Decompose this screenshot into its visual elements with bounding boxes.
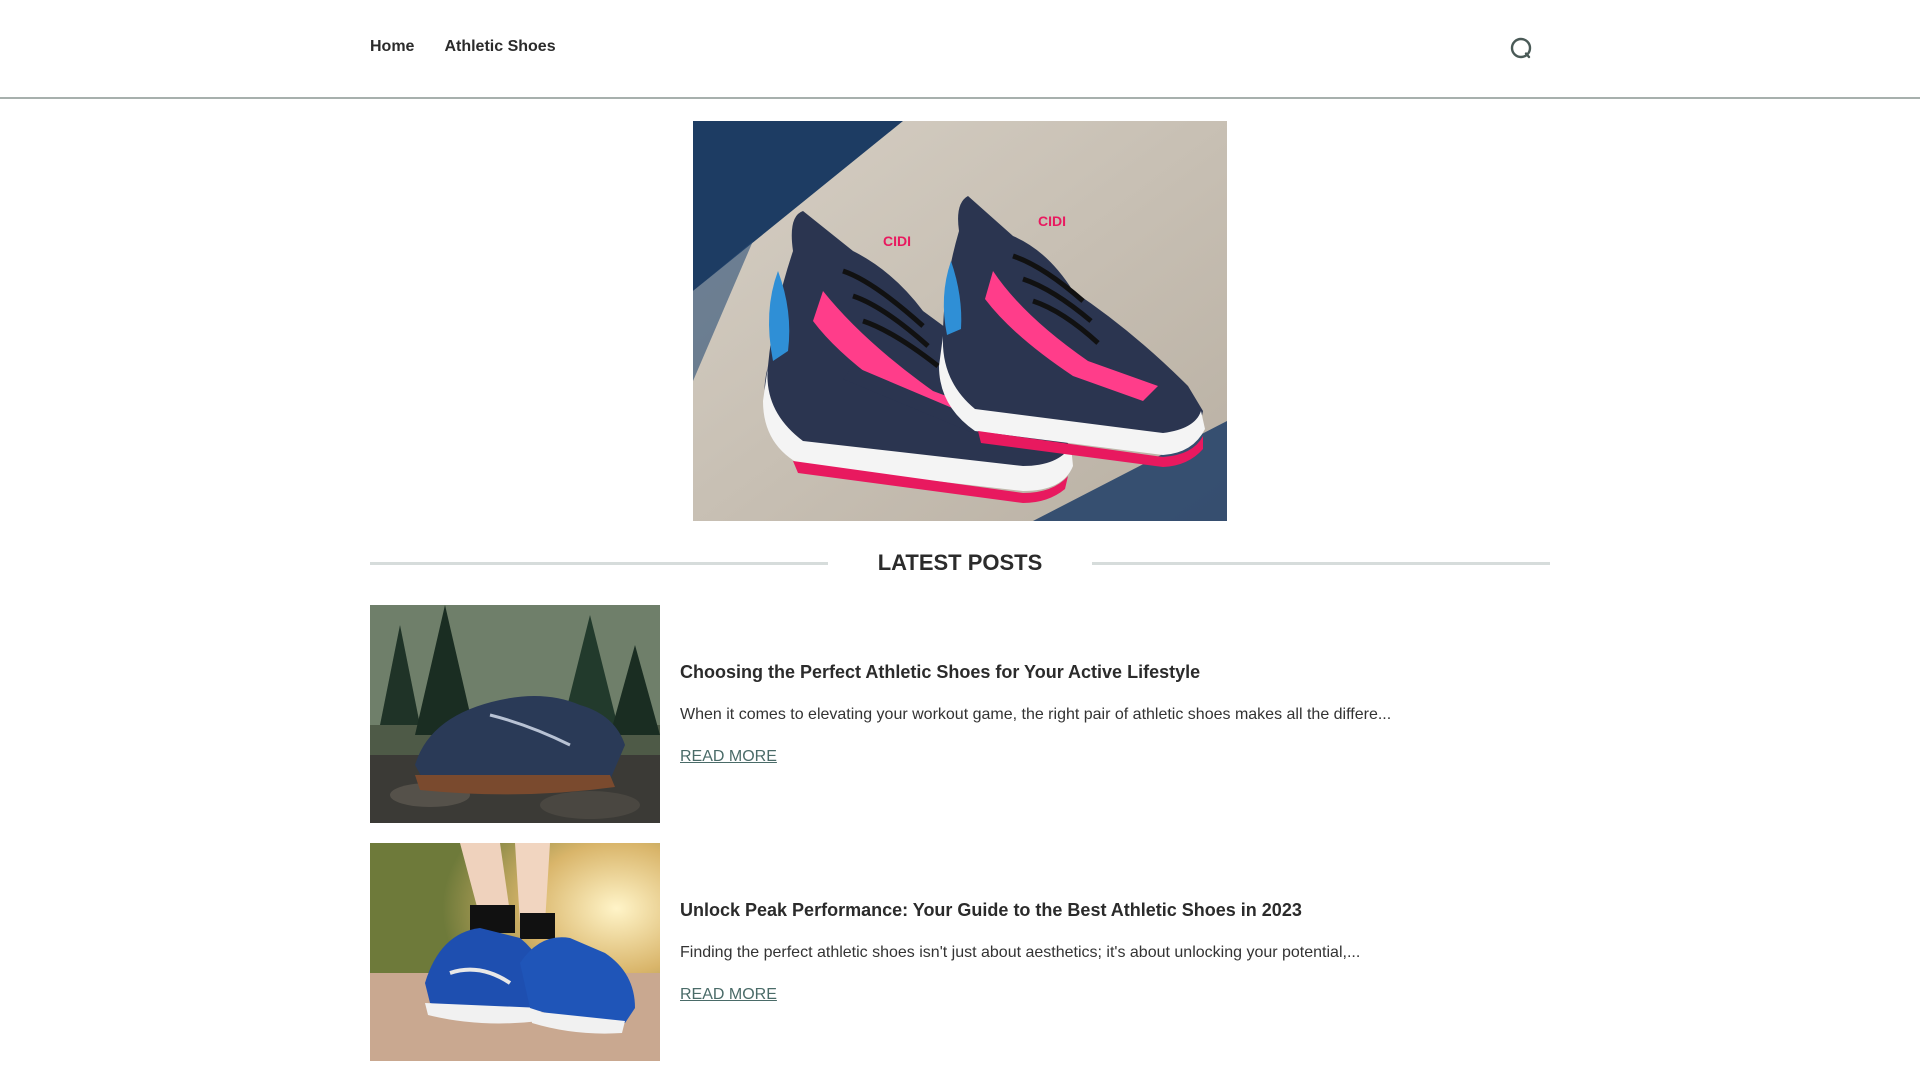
main-nav: Home Athletic Shoes — [370, 38, 556, 56]
post-title[interactable]: Unlock Peak Performance: Your Guide to t… — [680, 900, 1302, 921]
post-excerpt: When it comes to elevating your workout … — [680, 706, 1392, 723]
svg-text:CIDI: CIDI — [883, 233, 911, 249]
post-card: Choosing the Perfect Athletic Shoes for … — [370, 605, 1550, 823]
svg-text:CIDI: CIDI — [1038, 213, 1066, 229]
post-thumbnail[interactable] — [370, 843, 660, 1061]
search-button[interactable] — [1509, 36, 1535, 62]
read-more-link[interactable]: READ MORE — [680, 748, 777, 766]
nav-item-athletic-shoes[interactable]: Athletic Shoes — [444, 38, 555, 56]
post-excerpt: Finding the perfect athletic shoes isn't… — [680, 944, 1361, 961]
site-header: Home Athletic Shoes — [0, 0, 1920, 99]
post-title[interactable]: Choosing the Perfect Athletic Shoes for … — [680, 662, 1200, 683]
heading-divider-right — [1092, 562, 1550, 565]
latest-posts-heading: LATEST POSTS — [370, 548, 1550, 578]
hero-shoes-illustration: CIDI CIDI — [693, 121, 1227, 521]
post-card: Unlock Peak Performance: Your Guide to t… — [370, 843, 1550, 1061]
search-icon — [1510, 37, 1532, 59]
read-more-link[interactable]: READ MORE — [680, 986, 777, 1004]
post-thumbnail[interactable] — [370, 605, 660, 823]
nav-item-home[interactable]: Home — [370, 38, 414, 56]
hero-image: CIDI CIDI — [693, 121, 1227, 521]
